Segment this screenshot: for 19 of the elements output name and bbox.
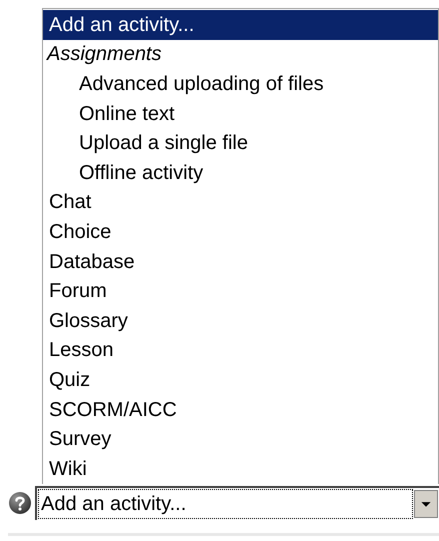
- dropdown-option[interactable]: Survey: [43, 424, 438, 454]
- dropdown-option[interactable]: Glossary: [43, 306, 438, 336]
- help-icon[interactable]: [8, 491, 32, 515]
- dropdown-option[interactable]: Add an activity...: [43, 10, 438, 40]
- dropdown-option[interactable]: Choice: [43, 217, 438, 247]
- dropdown-option[interactable]: Online text: [43, 98, 438, 128]
- dropdown-option[interactable]: Lesson: [43, 336, 438, 366]
- dropdown-option[interactable]: SCORM/AICC: [43, 394, 438, 424]
- dropdown-option[interactable]: Upload a single file: [43, 128, 438, 158]
- dropdown-option[interactable]: Quiz: [43, 365, 438, 395]
- dropdown-option[interactable]: Chat: [43, 188, 438, 218]
- option-group-label: Assignments: [45, 42, 162, 68]
- dropdown-option[interactable]: Offline activity: [43, 158, 438, 188]
- dropdown-option[interactable]: Wiki: [43, 454, 438, 484]
- dropdown-option[interactable]: Forum: [43, 276, 438, 306]
- activity-select[interactable]: Add an activity...: [35, 486, 439, 520]
- dropdown-option[interactable]: Database: [43, 246, 438, 276]
- dropdown-option[interactable]: Advanced uploading of files: [43, 69, 438, 99]
- select-value: Add an activity...: [39, 490, 412, 518]
